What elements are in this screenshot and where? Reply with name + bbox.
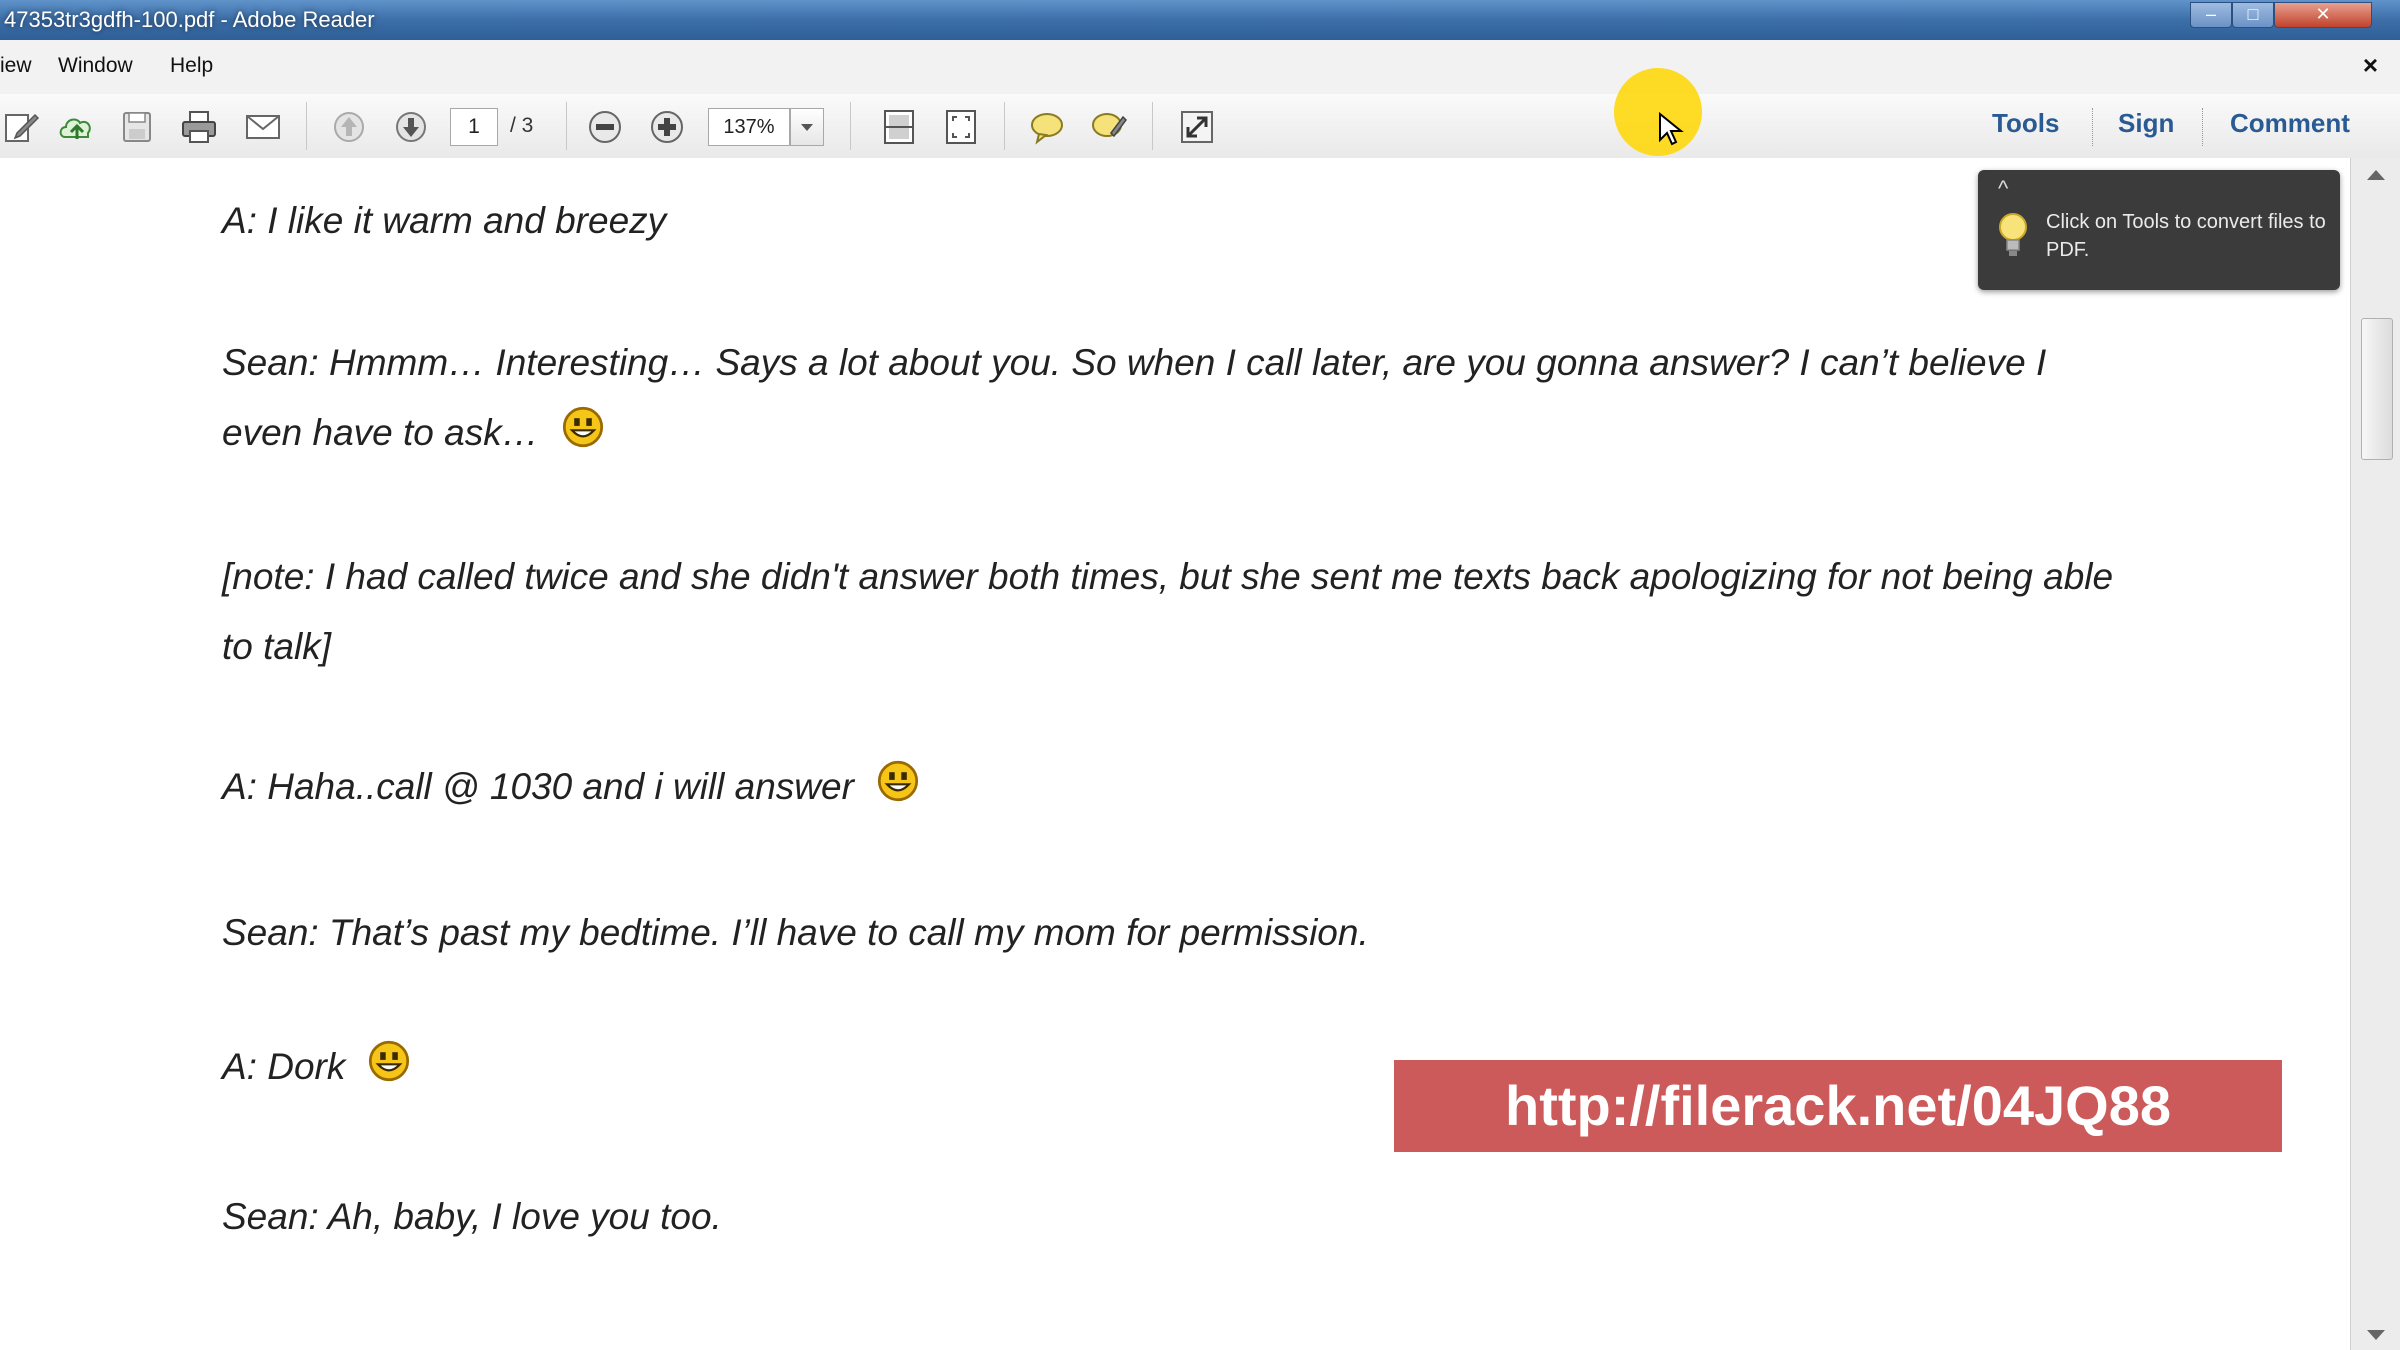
page-down-icon: [396, 112, 426, 142]
previous-page-button[interactable]: [328, 106, 370, 148]
toolbar-separator: [850, 102, 851, 150]
menu-bar: iew Window Help ×: [0, 40, 2400, 95]
comment-icon: [1031, 113, 1063, 145]
url-watermark: http://filerack.net/04JQ88: [1394, 1060, 2282, 1152]
highlight-icon: [1092, 113, 1127, 138]
window-title: 47353tr3gdfh-100.pdf - Adobe Reader: [4, 7, 375, 32]
toolbar-separator: [566, 102, 567, 150]
sticky-note-button[interactable]: [1026, 106, 1068, 148]
toolbar-separator: [2092, 108, 2093, 146]
maximize-icon: □: [2247, 4, 2259, 24]
chat-line: A: Haha..call @ 1030 and i will answer: [222, 752, 2122, 822]
save-icon: [123, 112, 151, 142]
full-screen-button[interactable]: [1176, 106, 1218, 148]
menu-window[interactable]: Window: [58, 54, 133, 78]
toolbar-separator: [306, 102, 307, 150]
zoom-level-input[interactable]: 137%: [708, 108, 790, 146]
page-number-input[interactable]: 1: [450, 108, 498, 146]
chat-line: Sean: Hmmm… Interesting… Says a lot abou…: [222, 342, 2047, 453]
zoom-in-icon: [651, 111, 683, 143]
close-document-icon[interactable]: ×: [2363, 50, 2378, 81]
title-bar: 47353tr3gdfh-100.pdf - Adobe Reader – □ …: [0, 0, 2400, 40]
fit-page-button[interactable]: [878, 106, 920, 148]
lightbulb-icon: [1999, 213, 2027, 256]
menu-help[interactable]: Help: [170, 54, 213, 78]
email-button[interactable]: [242, 106, 284, 148]
zoom-out-icon: [589, 111, 621, 143]
next-page-button[interactable]: [390, 106, 432, 148]
smiley-icon: [877, 760, 919, 802]
menu-view[interactable]: iew: [0, 54, 32, 78]
chat-line: [note: I had called twice and she didn't…: [222, 556, 2114, 667]
page-up-icon: [334, 112, 364, 142]
document-page: A: I like it warm and breezy Sean: Hmmm……: [0, 158, 2350, 1350]
page-count: / 3: [510, 114, 534, 137]
toolbar-separator: [1004, 102, 1005, 150]
zoom-dropdown-button[interactable]: [790, 108, 824, 146]
fit-width-icon: [946, 110, 976, 144]
toolbar: 1 / 3 137% Tools Sign Comment: [0, 94, 2400, 159]
scroll-down-icon[interactable]: [2367, 1330, 2385, 1340]
chat-line: Sean: That’s past my bedtime. I’ll have …: [222, 912, 1369, 953]
close-window-button[interactable]: ✕: [2274, 2, 2372, 28]
highlight-button[interactable]: [1088, 106, 1130, 148]
smiley-icon: [562, 406, 603, 448]
mouse-pointer-icon: [1659, 112, 1684, 146]
tools-tooltip: ^ Click on Tools to convert files to PDF…: [1978, 170, 2340, 290]
scroll-up-icon[interactable]: [2367, 170, 2385, 180]
scrollbar-thumb[interactable]: [2361, 318, 2393, 460]
fit-width-button[interactable]: [940, 106, 982, 148]
minimize-button[interactable]: –: [2190, 2, 2232, 28]
comment-pane-button[interactable]: Comment: [2230, 108, 2350, 139]
tools-pane-button[interactable]: Tools: [1992, 108, 2059, 139]
create-button[interactable]: [0, 106, 42, 148]
zoom-out-button[interactable]: [584, 106, 626, 148]
fullscreen-icon: [1181, 111, 1213, 143]
save-button[interactable]: [116, 106, 158, 148]
chevron-up-icon[interactable]: ^: [1998, 176, 2008, 202]
tooltip-text: Click on Tools to convert files to PDF.: [2046, 211, 2326, 261]
maximize-button[interactable]: □: [2232, 2, 2274, 28]
print-button[interactable]: [178, 106, 220, 148]
toolbar-separator: [2202, 108, 2203, 146]
chat-line: Sean: Ah, baby, I love you too.: [222, 1196, 722, 1237]
zoom-in-button[interactable]: [646, 106, 688, 148]
chat-line: A: I like it warm and breezy: [222, 200, 667, 241]
vertical-scrollbar[interactable]: [2350, 158, 2400, 1350]
upload-icon: [59, 118, 91, 139]
fit-page-icon: [884, 110, 914, 144]
smiley-icon: [369, 1040, 410, 1082]
print-icon: [182, 111, 216, 143]
create-icon: [5, 113, 40, 142]
toolbar-separator: [1152, 102, 1153, 150]
upload-button[interactable]: [56, 106, 98, 148]
minimize-icon: –: [2205, 4, 2216, 24]
close-icon: ✕: [2315, 4, 2331, 24]
sign-pane-button[interactable]: Sign: [2118, 108, 2174, 139]
email-icon: [246, 115, 280, 139]
